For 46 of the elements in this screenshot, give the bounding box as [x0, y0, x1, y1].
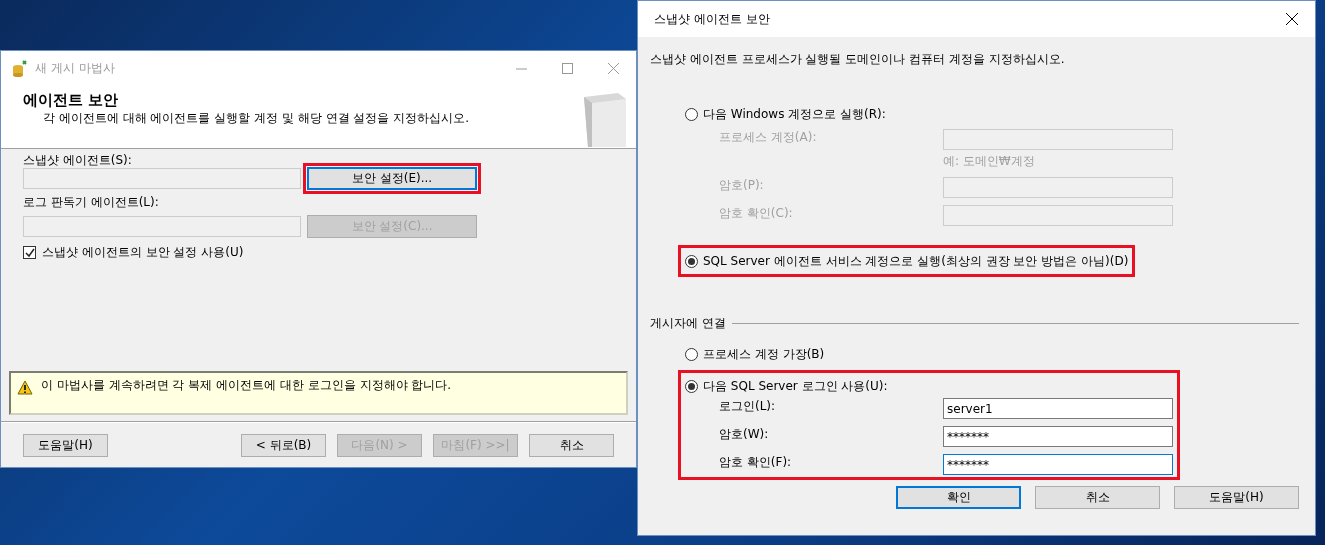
- wizard-button[interactable]: < 뒤로(B): [241, 433, 326, 457]
- checkbox[interactable]: [23, 246, 36, 259]
- input-field[interactable]: *******: [943, 426, 1173, 447]
- page-title: 에이전트 보안: [23, 91, 120, 110]
- field-label: 프로세스 계정(A):: [719, 129, 818, 146]
- window-title: 스냅샷 에이전트 보안: [654, 10, 771, 28]
- input-field[interactable]: *******: [943, 454, 1173, 475]
- close-icon: [607, 62, 619, 74]
- field-label: 스냅샷 에이전트(S):: [23, 152, 133, 169]
- input-field[interactable]: [943, 177, 1173, 198]
- option-label: SQL Server 에이전트 서비스 계정으로 실행(최상의 권장 보안 방법은 아님)(D): [703, 252, 1129, 270]
- dialog-button[interactable]: 취소: [1035, 486, 1160, 509]
- radio-button[interactable]: [685, 379, 698, 393]
- field-label: 암호 확인(F):: [719, 454, 793, 471]
- window-title: 새 게시 마법사: [35, 59, 116, 77]
- input-field[interactable]: server1: [943, 398, 1173, 419]
- input-field[interactable]: [23, 168, 301, 189]
- input-field[interactable]: [943, 129, 1173, 150]
- page-subtitle: 각 에이전트에 대해 에이전트를 실행할 계정 및 해당 연결 설정을 지정하십시오.: [43, 110, 470, 127]
- radio-button[interactable]: [685, 107, 698, 121]
- input-field[interactable]: [943, 205, 1173, 226]
- field-label: 암호(P):: [719, 177, 765, 194]
- option-label: 다음 Windows 계정으로 실행(R):: [703, 105, 886, 123]
- option-label: 프로세스 계정 가장(B): [703, 345, 825, 363]
- checkbox-label: 스냅샷 에이전트의 보안 설정 사용(U): [42, 244, 244, 261]
- instruction-text: 스냅샷 에이전트 프로세스가 실행될 도메인이나 컴퓨터 계정을 지정하십시오.: [650, 51, 1066, 68]
- radio-button[interactable]: [685, 254, 698, 268]
- group-title: 게시자에 연결: [650, 315, 726, 332]
- radio-button[interactable]: [685, 347, 698, 361]
- wizard-button[interactable]: 취소: [529, 433, 614, 457]
- warning-text: 이 마법사를 계속하려면 각 복제 에이전트에 대한 로그인을 지정해야 합니다.: [41, 377, 452, 394]
- field-label: 암호 확인(C):: [719, 205, 794, 222]
- dialog-button[interactable]: 확인: [896, 486, 1021, 509]
- option-label: 다음 SQL Server 로그인 사용(U):: [703, 377, 888, 395]
- security-settings-button[interactable]: 보안 설정(E)...: [307, 167, 477, 190]
- field-label: 로그 판독기 에이전트(L):: [23, 194, 160, 211]
- field-label: 암호(W):: [719, 426, 770, 443]
- field-label: 로그인(L):: [719, 398, 777, 415]
- warning-icon: [17, 380, 33, 395]
- wizard-button[interactable]: 도움말(H): [23, 433, 108, 457]
- maximize-icon: [561, 62, 573, 74]
- input-field[interactable]: [23, 216, 301, 237]
- hint-text: 예: 도메인₩계정: [943, 153, 1036, 170]
- close-icon: [1286, 13, 1298, 25]
- dialog-button[interactable]: 도움말(H): [1174, 486, 1299, 509]
- wizard-icon: [11, 59, 29, 77]
